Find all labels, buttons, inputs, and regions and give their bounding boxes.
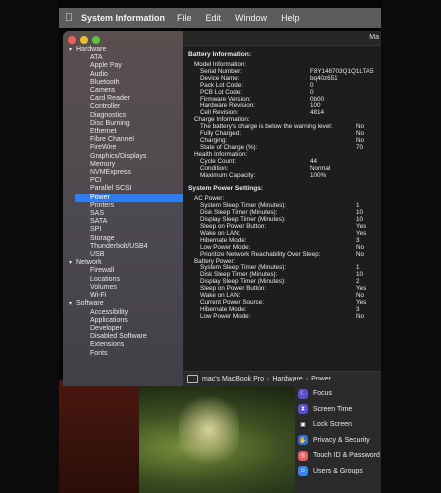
info-value: bq40z651 [310,74,338,82]
sidebar-item-spi[interactable]: SPI [69,226,183,234]
apple-menu-icon[interactable]:  [59,12,79,24]
info-value: 4814 [310,109,325,117]
info-key: Low Power Mode: [200,312,251,320]
sidebar-item-graphics-displays[interactable]: Graphics/Displays [69,153,183,161]
menu-file[interactable]: File [177,13,192,23]
sidebar-item-ethernet[interactable]: Ethernet [69,128,183,136]
menu-edit[interactable]: Edit [206,13,222,23]
settings-item-lock-screen[interactable]: ▣ Lock Screen [295,417,381,433]
sidebar-item-card-reader[interactable]: Card Reader [69,95,183,103]
sidebar-item-camera[interactable]: Camera [69,87,183,95]
sidebar-item-wi-fi[interactable]: Wi-Fi [69,292,183,300]
sidebar-item-sas[interactable]: SAS [69,210,183,218]
sidebar-category-label: Network [76,259,102,267]
menu-bar:  System Information File Edit Window He… [59,8,381,28]
sidebar-item-disabled-software[interactable]: Disabled Software [69,333,183,341]
settings-item-label: Lock Screen [313,421,352,429]
settings-item-touch-id-password[interactable]: ◎ Touch ID & Password [295,448,381,464]
sidebar-tree: ▾ Hardware ATA Apple Pay Audio Bluetooth Camer… [69,46,190,358]
sidebar-item-locations[interactable]: Locations [69,276,183,284]
sidebar-item-diagnostics[interactable]: Diagnostics [69,112,183,120]
sidebar-category-software[interactable]: ▾ Software [69,300,183,308]
sidebar-category-network[interactable]: ▾ Network [69,259,183,267]
sidebar-item-parallel-scsi[interactable]: Parallel SCSI [69,185,183,193]
sidebar-item-volumes[interactable]: Volumes [69,284,183,292]
sidebar-item-fonts[interactable]: Fonts [69,350,183,358]
info-value: No [356,312,365,320]
sidebar-item-fibre-channel[interactable]: Fibre Channel [69,136,183,144]
chevron-down-icon[interactable]: ▾ [69,300,76,308]
chevron-down-icon[interactable]: ▾ [69,46,76,54]
close-button[interactable] [68,36,76,44]
sidebar-item-ata[interactable]: ATA [69,54,183,62]
settings-item-label: Focus [313,390,333,398]
app-name-menu[interactable]: System Information [81,13,165,23]
sidebar: ▾ Hardware ATA Apple Pay Audio Bluetooth Camer… [63,31,190,386]
info-row: Low Power Mode: No [188,312,380,321]
power-settings-heading: System Power Settings: [188,185,264,193]
sidebar-item-sata[interactable]: SATA [69,218,183,226]
zoom-button[interactable] [92,36,100,44]
chevron-right-icon: › [267,375,270,383]
settings-item-label: Users & Groups [313,467,363,475]
settings-item-screen-time[interactable]: ⧗ Screen Time [295,402,381,418]
sidebar-item-applications[interactable]: Applications [69,317,183,325]
power-details: Battery Information: Model Information: … [188,51,380,321]
content-titlebar: Ma [183,31,381,46]
info-value: 70 [356,143,364,151]
menu-window[interactable]: Window [235,13,267,23]
sidebar-item-usb[interactable]: USB [69,251,183,259]
info-value: 100% [310,171,327,179]
sidebar-item-storage[interactable]: Storage [69,235,183,243]
window-title: Ma [369,34,379,41]
sidebar-item-disc-burning[interactable]: Disc Burning [69,120,183,128]
menu-help[interactable]: Help [281,13,300,23]
content-pane: Ma Battery Information: Model Informatio… [183,31,381,386]
sidebar-item-extensions[interactable]: Extensions [69,341,183,349]
info-row: Maximum Capacity: 100% [188,171,380,180]
photo-frame:  System Information File Edit Window He… [59,0,381,493]
sidebar-category-label: Software [76,300,104,308]
settings-item-privacy-security[interactable]: ✋ Privacy & Security [295,433,381,449]
battery-info-heading: Battery Information: [188,51,252,58]
sidebar-category-label: Hardware [76,46,107,53]
sidebar-item-firewire[interactable]: FireWire [69,144,183,152]
sidebar-item-pci[interactable]: PCI [69,177,183,185]
sidebar-item-controller[interactable]: Controller [69,103,183,111]
info-value: No [356,250,365,258]
system-settings-sidebar: ☾ Focus ⧗ Screen Time ▣ Lock Screen ✋ Privacy &… [295,386,381,493]
sidebar-category-hardware[interactable]: ▾ Hardware [69,46,183,54]
hand-icon: ✋ [298,435,308,446]
window-controls [68,36,100,44]
hourglass-icon: ⧗ [298,404,308,415]
settings-item-label: Privacy & Security [313,436,370,444]
chevron-down-icon[interactable]: ▾ [69,259,76,267]
minimize-button[interactable] [80,36,88,44]
system-information-window: ▾ Hardware ATA Apple Pay Audio Bluetooth Camer… [63,31,381,386]
sidebar-item-bluetooth[interactable]: Bluetooth [69,79,183,87]
sidebar-item-thunderbolt-usb4[interactable]: Thunderbolt/USB4 [69,243,183,251]
settings-item-label: Screen Time [313,405,353,413]
users-icon: ☺ [298,466,308,477]
sidebar-item-memory[interactable]: Memory [69,161,183,169]
sidebar-item-developer[interactable]: Developer [69,325,183,333]
laptop-icon [187,375,198,383]
sidebar-item-firewall[interactable]: Firewall [69,267,183,275]
settings-item-focus[interactable]: ☾ Focus [295,386,381,402]
path-computer[interactable]: mac's MacBook Pro [202,376,264,383]
sidebar-item-power[interactable]: Power [75,193,190,202]
sidebar-item-apple-pay[interactable]: Apple Pay [69,62,183,70]
moon-icon: ☾ [298,388,308,399]
lock-icon: ▣ [298,419,308,430]
sidebar-item-nvmexpress[interactable]: NVMExpress [69,169,183,177]
settings-item-users-groups[interactable]: ☺ Users & Groups [295,464,381,480]
sidebar-item-printers[interactable]: Printers [69,202,183,210]
settings-item-label: Touch ID & Password [313,452,380,460]
info-key: Maximum Capacity: [200,171,256,179]
sidebar-item-accessibility[interactable]: Accessibility [69,309,183,317]
sidebar-item-audio[interactable]: Audio [69,71,183,79]
fingerprint-icon: ◎ [298,450,308,461]
